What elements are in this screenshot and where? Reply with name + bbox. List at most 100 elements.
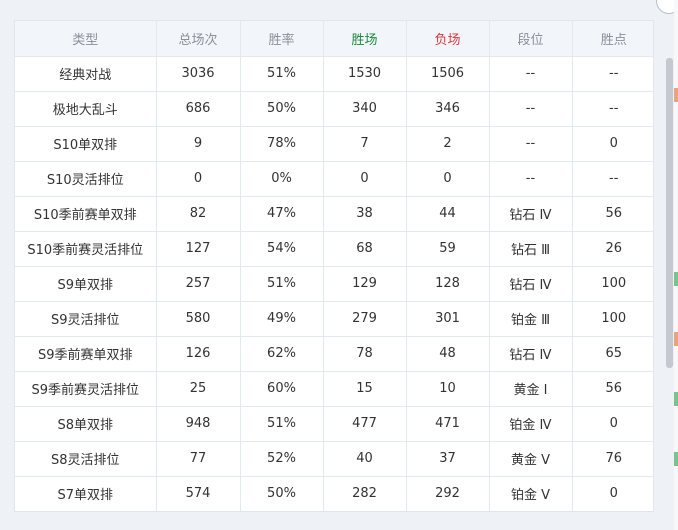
cell-win-rate: 0%: [240, 161, 324, 197]
cell-win-rate: 78%: [240, 126, 324, 162]
cell-total-games: 0: [156, 161, 241, 197]
cell-losses: 0: [406, 161, 490, 197]
match-stats-table: 类型 总场次 胜率 胜场 负场 段位 胜点 经典对战 3036 51% 1530 150…: [15, 21, 653, 511]
cell-wins: 477: [323, 406, 407, 442]
stats-table-container: 类型 总场次 胜率 胜场 负场 段位 胜点 经典对战 3036 51% 1530 150…: [14, 20, 654, 512]
edge-mark: [674, 272, 678, 286]
header-win-rate: 胜率: [240, 21, 324, 57]
cell-type: S8灵活排位: [15, 441, 157, 477]
cell-total-games: 126: [156, 336, 241, 372]
edge-mark: [674, 332, 678, 346]
table-row: 经典对战 3036 51% 1530 1506 -- --: [15, 56, 653, 92]
cell-losses: 48: [406, 336, 490, 372]
cell-type: S9单双排: [15, 266, 157, 302]
table-row: S10季前赛单双排 82 47% 38 44 钻石 Ⅳ 56: [15, 196, 653, 232]
cell-win-rate: 62%: [240, 336, 324, 372]
cell-win-rate: 50%: [240, 476, 324, 511]
cell-wins: 129: [323, 266, 407, 302]
cell-lp: 100: [572, 266, 653, 302]
stats-popup: 类型 总场次 胜率 胜场 负场 段位 胜点 经典对战 3036 51% 1530 150…: [0, 0, 678, 530]
cell-type: S9季前赛灵活排位: [15, 371, 157, 407]
cell-win-rate: 60%: [240, 371, 324, 407]
cell-lp: 0: [572, 406, 653, 442]
header-lp: 胜点: [572, 21, 653, 57]
cell-total-games: 948: [156, 406, 241, 442]
cell-total-games: 574: [156, 476, 241, 511]
table-row: S8灵活排位 77 52% 40 37 黄金 Ⅴ 76: [15, 441, 653, 477]
scrollbar-thumb[interactable]: [666, 58, 673, 368]
cell-losses: 59: [406, 231, 490, 267]
cell-lp: --: [572, 56, 653, 92]
table-row: S8单双排 948 51% 477 471 铂金 Ⅳ0: [15, 406, 653, 442]
cell-rank: 钻石 Ⅳ: [489, 266, 573, 302]
cell-losses: 44: [406, 196, 490, 232]
header-wins: 胜场: [323, 21, 407, 57]
cell-total-games: 686: [156, 91, 241, 127]
cell-total-games: 9: [156, 126, 241, 162]
cell-wins: 0: [323, 161, 407, 197]
cell-win-rate: 52%: [240, 441, 324, 477]
cell-losses: 10: [406, 371, 490, 407]
header-type: 类型: [15, 21, 157, 57]
cell-win-rate: 47%: [240, 196, 324, 232]
cell-type: S10单双排: [15, 126, 157, 162]
cell-win-rate: 51%: [240, 406, 324, 442]
header-losses: 负场: [406, 21, 490, 57]
cell-rank: 钻石 Ⅲ: [489, 231, 573, 267]
cell-type: S9灵活排位: [15, 301, 157, 337]
cell-total-games: 82: [156, 196, 241, 232]
cell-losses: 128: [406, 266, 490, 302]
cell-rank: --: [489, 161, 573, 197]
cell-lp: --: [572, 161, 653, 197]
cell-rank: 钻石 Ⅳ: [489, 196, 573, 232]
cell-rank: 铂金 Ⅴ: [489, 476, 573, 511]
background-window-edge: [674, 0, 678, 530]
cell-total-games: 3036: [156, 56, 241, 92]
cell-win-rate: 54%: [240, 231, 324, 267]
cell-wins: 279: [323, 301, 407, 337]
table-row: S9灵活排位 580 49% 279 301 铂金 Ⅲ 100: [15, 301, 653, 337]
cell-lp: 0: [572, 126, 653, 162]
cell-type: 经典对战: [15, 56, 157, 92]
cell-rank: --: [489, 91, 573, 127]
cell-type: S10季前赛灵活排位: [15, 231, 157, 267]
cell-rank: --: [489, 126, 573, 162]
cell-wins: 40: [323, 441, 407, 477]
cell-rank: 铂金 Ⅳ: [489, 406, 573, 442]
cell-type: S10灵活排位: [15, 161, 157, 197]
cell-rank: 黄金 Ⅴ: [489, 441, 573, 477]
header-total-games: 总场次: [156, 21, 241, 57]
table-row: S9季前赛单双排 126 62% 78 48 钻石 Ⅳ 65: [15, 336, 653, 372]
cell-lp: 26: [572, 231, 653, 267]
cell-lp: 76: [572, 441, 653, 477]
header-rank: 段位: [489, 21, 573, 57]
cell-type: S7单双排: [15, 476, 157, 511]
table-header-row: 类型 总场次 胜率 胜场 负场 段位 胜点: [15, 21, 653, 57]
cell-win-rate: 49%: [240, 301, 324, 337]
cell-lp: 56: [572, 196, 653, 232]
cell-type: S9季前赛单双排: [15, 336, 157, 372]
cell-wins: 78: [323, 336, 407, 372]
cell-losses: 37: [406, 441, 490, 477]
cell-wins: 7: [323, 126, 407, 162]
table-row: S10单双排 9 78% 7 2 -- 0: [15, 126, 653, 162]
cell-losses: 292: [406, 476, 490, 511]
cell-lp: 56: [572, 371, 653, 407]
cell-wins: 15: [323, 371, 407, 407]
cell-rank: 铂金 Ⅲ: [489, 301, 573, 337]
table-row: S9季前赛灵活排位 25 60% 15 10 黄金 Ⅰ 56: [15, 371, 653, 407]
cell-type: S10季前赛单双排: [15, 196, 157, 232]
cell-total-games: 127: [156, 231, 241, 267]
table-row: S7单双排 574 50% 282 292 铂金 Ⅴ0: [15, 476, 653, 511]
cell-win-rate: 51%: [240, 266, 324, 302]
cell-type: 极地大乱斗: [15, 91, 157, 127]
cell-type: S8单双排: [15, 406, 157, 442]
cell-losses: 346: [406, 91, 490, 127]
cell-wins: 38: [323, 196, 407, 232]
cell-win-rate: 51%: [240, 56, 324, 92]
cell-losses: 301: [406, 301, 490, 337]
cell-total-games: 257: [156, 266, 241, 302]
cell-rank: 钻石 Ⅳ: [489, 336, 573, 372]
cell-wins: 282: [323, 476, 407, 511]
cell-lp: 65: [572, 336, 653, 372]
